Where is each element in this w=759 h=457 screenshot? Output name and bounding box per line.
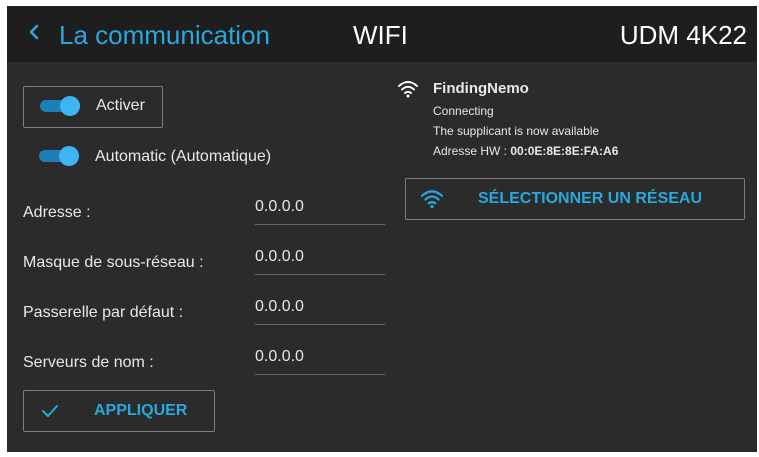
toggle-knob xyxy=(59,146,79,166)
back-title[interactable]: La communication xyxy=(59,20,270,51)
network-hw-address: Adresse HW : 00:0E:8E:8E:FA:A6 xyxy=(433,144,618,158)
network-message: The supplicant is now available xyxy=(433,124,600,138)
apply-label: APPLIQUER xyxy=(94,402,188,419)
page-title: WIFI xyxy=(353,20,408,50)
automatic-toggle[interactable] xyxy=(39,146,79,166)
activate-button[interactable]: Activer xyxy=(23,86,163,128)
back-button[interactable] xyxy=(27,20,41,50)
address-field[interactable]: 0.0.0.0 xyxy=(255,198,385,225)
network-ssid: FindingNemo xyxy=(433,80,529,97)
gateway-field[interactable]: 0.0.0.0 xyxy=(255,298,385,325)
select-network-label: SÉLECTIONNER UN RÉSEAU xyxy=(478,190,703,207)
device-name: UDM 4K22 xyxy=(619,20,747,50)
select-network-button[interactable]: SÉLECTIONNER UN RÉSEAU xyxy=(405,178,745,220)
activate-toggle[interactable] xyxy=(40,96,80,116)
check-icon xyxy=(42,405,58,417)
header-bar: La communication WIFI UDM 4K22 xyxy=(7,6,757,62)
hw-value: 00:0E:8E:8E:FA:A6 xyxy=(510,144,619,158)
screen: La communication WIFI UDM 4K22 Activer A… xyxy=(7,6,757,452)
hw-label: Adresse HW : xyxy=(433,144,511,158)
apply-button[interactable]: APPLIQUER xyxy=(23,390,215,432)
wifi-icon xyxy=(421,190,443,209)
dns-label: Serveurs de nom : xyxy=(23,354,154,371)
subnet-mask-label: Masque de sous-réseau : xyxy=(23,254,204,271)
dns-field[interactable]: 0.0.0.0 xyxy=(255,348,385,375)
subnet-mask-field[interactable]: 0.0.0.0 xyxy=(255,248,385,275)
wifi-icon xyxy=(398,81,418,98)
network-status: Connecting xyxy=(433,104,494,118)
automatic-label: Automatic (Automatique) xyxy=(95,148,272,165)
gateway-label: Passerelle par défaut : xyxy=(23,304,184,321)
chevron-left-icon xyxy=(29,24,39,40)
activate-label: Activer xyxy=(96,97,145,114)
address-label: Adresse : xyxy=(23,204,91,221)
toggle-knob xyxy=(60,96,80,116)
